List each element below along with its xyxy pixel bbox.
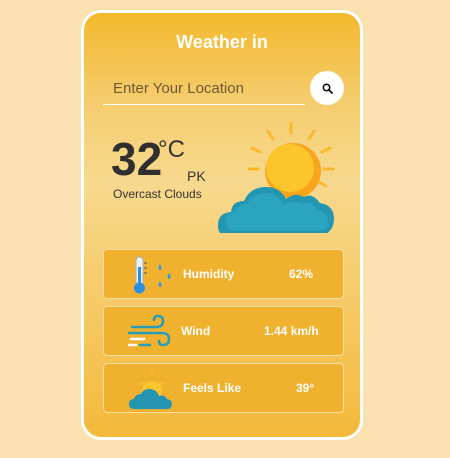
country-code: PK	[187, 168, 206, 184]
humidity-value: 62%	[289, 267, 314, 281]
wind-tile: Wind 1.44 km/h	[103, 306, 344, 356]
temperature-value: 32	[111, 133, 163, 185]
wind-icon	[127, 314, 171, 347]
feels-like-value: 39°	[296, 381, 315, 395]
weather-condition: Overcast Clouds	[113, 187, 202, 201]
sun-cloud-icon	[129, 371, 172, 409]
search-icon	[321, 82, 333, 94]
humidity-tile: Humidity 62%	[103, 249, 344, 299]
feels-like-label: Feels Like	[183, 381, 242, 395]
thermometer-raindrops-icon	[134, 256, 171, 294]
feels-like-tile: Feels Like 39°	[103, 363, 344, 413]
wind-label: Wind	[181, 324, 211, 338]
app-title: Weather in	[176, 32, 268, 52]
humidity-label: Humidity	[183, 267, 235, 281]
weather-card: Weather in 32 °C PK Overcast Clouds	[81, 10, 363, 440]
wind-value: 1.44 km/h	[264, 324, 319, 338]
temperature-unit: °C	[158, 136, 185, 163]
sun-behind-cloud-icon	[218, 121, 335, 233]
location-search-input[interactable]	[103, 73, 305, 105]
search-button[interactable]	[310, 71, 344, 105]
